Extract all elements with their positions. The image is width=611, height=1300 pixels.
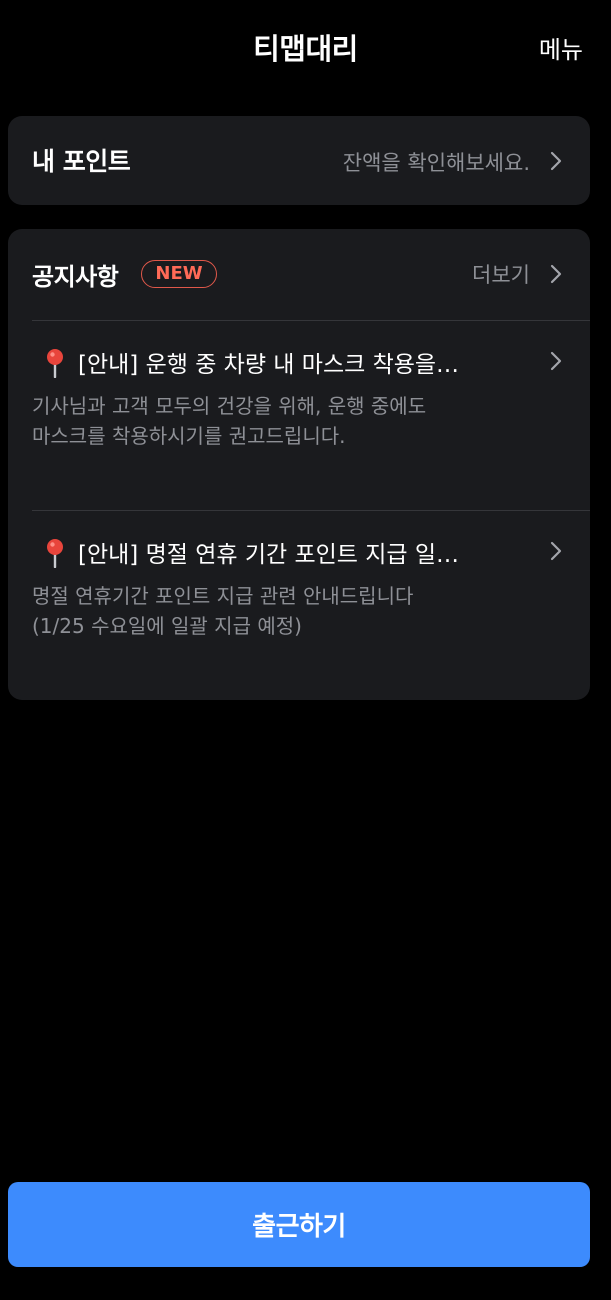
my-points-title: 내 포인트 [32, 147, 131, 176]
chevron-right-icon[interactable] [546, 262, 566, 286]
points-balance-hint: 잔액을 확인해보세요. [342, 151, 530, 175]
notice-section-title: 공지사항 [32, 263, 119, 291]
notice-more-link[interactable]: 더보기 [472, 259, 530, 289]
menu-button[interactable]: 메뉴 [539, 30, 583, 65]
notice-item-description: 기사님과 고객 모두의 건강을 위해, 운행 중에도 마스크를 착용하시기를 권… [32, 391, 532, 451]
notice-item-title: [안내] 명절 연휴 기간 포인트 지급 일… [78, 542, 460, 568]
notice-item[interactable]: [안내] 운행 중 차량 내 마스크 착용을… 기사님과 고객 모두의 건강을 … [8, 321, 590, 509]
my-points-card[interactable]: 내 포인트 잔액을 확인해보세요. [8, 116, 590, 205]
app-header: 티맵대리 메뉴 [0, 0, 611, 90]
notice-card: 공지사항 NEW 더보기 [안내] 운행 중 차량 내 마스크 착용을… 기사님… [8, 229, 590, 700]
go-to-work-button[interactable]: 출근하기 [8, 1182, 590, 1267]
new-badge: NEW [141, 260, 217, 288]
notice-header: 공지사항 NEW 더보기 [8, 229, 590, 320]
chevron-right-icon [546, 149, 566, 173]
notice-item-title: [안내] 운행 중 차량 내 마스크 착용을… [78, 352, 460, 378]
notice-item-desc-line: 마스크를 착용하시기를 권고드립니다. [32, 424, 346, 448]
notice-item-desc-line: (1/25 수요일에 일괄 지급 예정) [32, 614, 302, 638]
notice-item-desc-line: 기사님과 고객 모두의 건강을 위해, 운행 중에도 [32, 394, 427, 418]
notice-item[interactable]: [안내] 명절 연휴 기간 포인트 지급 일… 명절 연휴기간 포인트 지급 관… [8, 511, 590, 699]
page-title: 티맵대리 [253, 32, 358, 66]
notice-item-description: 명절 연휴기간 포인트 지급 관련 안내드립니다 (1/25 수요일에 일괄 지… [32, 581, 532, 641]
notice-item-desc-line: 명절 연휴기간 포인트 지급 관련 안내드립니다 [32, 584, 414, 608]
chevron-right-icon [546, 539, 566, 563]
map-pin-icon [44, 538, 66, 568]
chevron-right-icon [546, 349, 566, 373]
map-pin-icon [44, 348, 66, 378]
